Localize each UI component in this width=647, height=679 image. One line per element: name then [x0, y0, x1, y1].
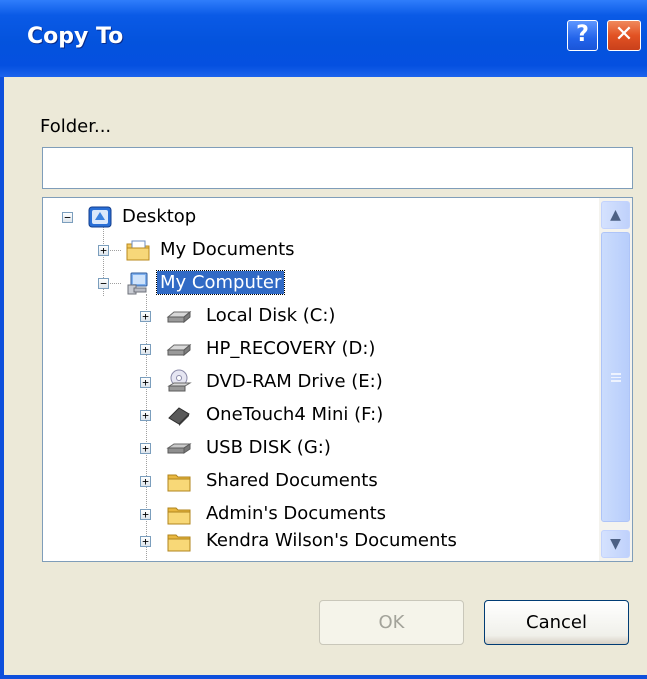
expand-icon[interactable]: +	[140, 443, 151, 454]
dvd-drive-icon	[167, 369, 192, 392]
folder-icon	[167, 534, 191, 552]
collapse-icon[interactable]: −	[98, 278, 109, 289]
expand-icon[interactable]: +	[140, 410, 151, 421]
folder-label: Folder...	[40, 116, 112, 137]
tree-item-dvd-ram-drive-e[interactable]: + DVD-RAM Drive (E:)	[43, 369, 583, 397]
tree-item-label: OneTouch4 Mini (F:)	[206, 404, 384, 425]
copy-to-dialog: Copy To ? ✕ Folder... − Desktop + My Doc…	[0, 0, 647, 679]
tree-item-my-computer[interactable]: − My Computer	[43, 270, 583, 298]
tree-item-label: Local Disk (C:)	[206, 305, 336, 326]
expand-icon[interactable]: +	[140, 344, 151, 355]
removable-drive-icon	[168, 407, 190, 426]
folder-input[interactable]	[42, 147, 633, 189]
tree-item-desktop[interactable]: − Desktop	[43, 204, 583, 232]
tree-item-label: USB DISK (G:)	[206, 437, 331, 458]
tree-item-label: Desktop	[122, 206, 197, 227]
tree-item-usb-disk-g[interactable]: + USB DISK (G:)	[43, 435, 583, 463]
tree-item-label: Kendra Wilson's Documents	[206, 530, 457, 551]
my-computer-icon	[127, 272, 148, 295]
help-button[interactable]: ?	[567, 20, 598, 51]
title-bar[interactable]: Copy To ? ✕	[0, 0, 647, 77]
tree-item-label: Shared Documents	[206, 470, 378, 491]
tree-item-admins-documents[interactable]: + Admin's Documents	[43, 501, 583, 529]
tree-item-my-documents[interactable]: + My Documents	[43, 237, 583, 265]
expand-icon[interactable]: +	[140, 311, 151, 322]
expand-icon[interactable]: +	[98, 245, 109, 256]
folder-tree[interactable]: − Desktop + My Documents − My Computer +…	[42, 197, 633, 562]
grip-icon	[611, 373, 621, 382]
folder-icon	[167, 474, 191, 492]
expand-icon[interactable]: +	[140, 509, 151, 520]
hard-disk-icon	[166, 310, 192, 324]
close-button[interactable]: ✕	[607, 20, 641, 51]
window-title: Copy To	[27, 24, 124, 49]
collapse-icon[interactable]: −	[62, 212, 73, 223]
expand-icon[interactable]: +	[140, 377, 151, 388]
tree-scrollbar[interactable]: ▲ ▼	[599, 198, 632, 561]
scroll-up-button[interactable]: ▲	[601, 201, 630, 229]
chevron-up-icon: ▲	[610, 207, 621, 223]
expand-icon[interactable]: +	[140, 536, 151, 547]
hard-disk-icon	[166, 343, 192, 357]
tree-item-shared-documents[interactable]: + Shared Documents	[43, 468, 583, 496]
tree-item-label: HP_RECOVERY (D:)	[206, 338, 376, 359]
tree-item-hp-recovery-d[interactable]: + HP_RECOVERY (D:)	[43, 336, 583, 364]
tree-item-label: Admin's Documents	[206, 503, 387, 524]
desktop-icon	[88, 206, 112, 228]
tree-item-label: My Computer	[155, 270, 286, 295]
tree-item-kendra-wilsons-documents[interactable]: + Kendra Wilson's Documents	[43, 528, 583, 556]
scroll-thumb[interactable]	[601, 232, 630, 522]
my-documents-icon	[126, 240, 150, 261]
scroll-down-button[interactable]: ▼	[601, 530, 630, 558]
usb-disk-icon	[166, 443, 192, 454]
ok-button[interactable]: OK	[319, 600, 464, 645]
chevron-down-icon: ▼	[610, 536, 621, 552]
cancel-button[interactable]: Cancel	[484, 600, 629, 645]
tree-item-label: My Documents	[160, 239, 295, 260]
folder-icon	[167, 507, 191, 525]
expand-icon[interactable]: +	[140, 476, 151, 487]
tree-item-onetouch4-mini-f[interactable]: + OneTouch4 Mini (F:)	[43, 402, 583, 430]
tree-item-label: DVD-RAM Drive (E:)	[206, 371, 383, 392]
tree-item-local-disk-c[interactable]: + Local Disk (C:)	[43, 303, 583, 331]
